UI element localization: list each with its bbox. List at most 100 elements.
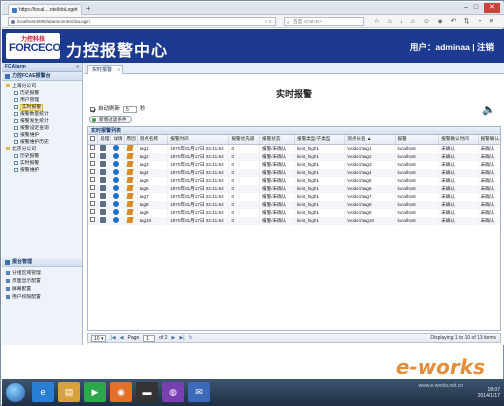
last-page-button[interactable]: ▶| (179, 334, 184, 343)
edit-icon[interactable] (126, 177, 134, 184)
page-size-select[interactable]: 10 ▾ (91, 334, 107, 342)
column-header[interactable] (88, 135, 99, 145)
browser-toolbar-icon[interactable]: ◈ (438, 17, 443, 26)
refresh-interval-input[interactable]: 5 (123, 105, 138, 113)
wrench-icon[interactable] (100, 161, 107, 168)
tree-leaf[interactable]: 报警维护历史 (4, 139, 82, 146)
maximize-button[interactable]: □ (474, 3, 478, 13)
row-checkbox[interactable] (90, 208, 95, 214)
taskbar-app-button[interactable]: ▤ (58, 382, 80, 402)
column-header[interactable]: 报警优先级 (228, 135, 261, 145)
column-header[interactable]: 报警确认人员 (478, 135, 500, 145)
wrench-icon[interactable] (100, 209, 107, 216)
refresh-button[interactable]: ↻ (189, 334, 193, 343)
taskbar-app-button[interactable]: ◍ (162, 382, 184, 402)
taskbar-app-button[interactable]: ✉ (188, 382, 210, 402)
table-row[interactable]: tag10 1970年01月17日 22:41:54 0 报警/未确认 limit_hi… (88, 216, 500, 225)
row-checkbox[interactable] (90, 192, 95, 198)
detail-icon[interactable] (113, 185, 120, 192)
tree-leaf[interactable]: 报警数量统计 (4, 111, 82, 118)
edit-icon[interactable] (126, 217, 134, 224)
wrench-icon[interactable] (100, 217, 107, 224)
column-header[interactable]: 原因 (124, 135, 138, 145)
browser-toolbar-icon[interactable]: ☺ (423, 17, 430, 26)
speaker-icon[interactable]: 🔈 (482, 103, 496, 116)
admin-menu-item[interactable]: 用户权限配置 (6, 294, 82, 302)
tab-realtime-alarm[interactable]: 实时报警 x (87, 65, 124, 74)
browser-toolbar-icon[interactable]: ☆ (374, 17, 380, 26)
column-header[interactable]: 报警确认时间 (438, 135, 479, 145)
table-row[interactable]: tag2 1970年01月17日 22:41:54 0 报警/未确认 limit_hig… (88, 152, 500, 161)
detail-icon[interactable] (113, 169, 120, 176)
table-row[interactable]: tag6 1970年01月17日 22:41:54 0 报警/未确认 limit_hig… (88, 184, 500, 193)
browser-toolbar-icon[interactable]: ◔ (478, 17, 482, 26)
start-button[interactable] (6, 383, 25, 402)
add-filter-button[interactable]: 新增过滤条件 (89, 116, 132, 123)
edit-icon[interactable] (126, 201, 134, 208)
tree-leaf[interactable]: 实时报警 (4, 160, 82, 167)
tree-folder[interactable]: 上海分公司 (4, 83, 82, 90)
detail-icon[interactable] (113, 209, 120, 216)
table-row[interactable]: tag7 1970年01月17日 22:41:54 0 报警/未确认 limit_hig… (88, 192, 500, 201)
detail-icon[interactable] (113, 177, 120, 184)
auto-refresh-checkbox[interactable] (90, 106, 95, 112)
close-window-button[interactable]: ✕ (484, 3, 500, 13)
table-row[interactable]: tag9 1970年01月17日 22:41:54 0 报警/未确认 limit_hig… (88, 208, 500, 217)
table-row[interactable]: tag4 1970年01月17日 22:41:54 0 报警/未确认 limit_hig… (88, 168, 500, 177)
detail-icon[interactable] (113, 193, 120, 200)
column-header[interactable]: 报警 (395, 135, 440, 145)
browser-toolbar-icon[interactable]: ↓ (400, 17, 403, 26)
row-checkbox[interactable] (90, 168, 95, 174)
url-bar[interactable]: localhost:8080/alarmcenter/doLogin ▿ C (8, 17, 276, 26)
detail-icon[interactable] (113, 217, 120, 224)
column-header[interactable]: 测点名称 (137, 135, 169, 145)
admin-menu-item[interactable]: 屏幕配置 (6, 286, 82, 294)
column-header[interactable]: 处理 (97, 135, 112, 145)
column-header[interactable]: 测点长名 ▲ (344, 135, 396, 145)
column-header[interactable]: 报警类型/子类型 (294, 135, 346, 145)
browser-tab[interactable]: https://local....ntel/doLogin × (8, 4, 82, 15)
sidebar-section-admin[interactable]: 报台管理 (2, 258, 82, 267)
tree-leaf[interactable]: 实时报警 (4, 104, 82, 111)
tree-leaf[interactable]: 历史报警 (4, 153, 82, 160)
row-checkbox[interactable] (90, 176, 95, 182)
tree-folder[interactable]: 北京分公司 (4, 146, 82, 153)
wrench-icon[interactable] (100, 169, 107, 176)
logout-link[interactable]: 注销 (477, 42, 494, 52)
edit-icon[interactable] (126, 193, 134, 200)
search-input[interactable]: ⌕ 百度 <Ctrl+K> (284, 17, 364, 26)
browser-toolbar-icon[interactable]: ≡ (489, 17, 493, 26)
edit-icon[interactable] (126, 169, 134, 176)
first-page-button[interactable]: |◀ (110, 334, 115, 343)
new-tab-button[interactable]: + (86, 4, 91, 14)
tab-close-icon[interactable]: × (74, 5, 78, 15)
browser-toolbar-icon[interactable]: ⇅ (464, 17, 469, 26)
row-checkbox[interactable] (90, 200, 95, 206)
tree-leaf[interactable]: 历史报警 (4, 90, 82, 97)
wrench-icon[interactable] (100, 177, 107, 184)
tree-leaf[interactable]: 报警发生统计 (4, 118, 82, 125)
column-header[interactable]: 报警状态 (259, 135, 295, 145)
wrench-icon[interactable] (100, 201, 107, 208)
taskbar-app-button[interactable]: e (32, 382, 54, 402)
edit-icon[interactable] (126, 209, 134, 216)
wrench-icon[interactable] (100, 185, 107, 192)
tree-leaf[interactable]: 报警维护 (4, 132, 82, 139)
prev-page-button[interactable]: ◀ (120, 334, 124, 343)
wrench-icon[interactable] (100, 193, 107, 200)
tree-leaf[interactable]: 用户管理 (4, 97, 82, 104)
detail-icon[interactable] (113, 201, 120, 208)
detail-icon[interactable] (113, 161, 120, 168)
minimize-button[interactable]: – (464, 3, 468, 13)
browser-toolbar-icon[interactable]: ↶ (451, 17, 456, 26)
edit-icon[interactable] (126, 161, 134, 168)
wrench-icon[interactable] (100, 153, 107, 160)
table-row[interactable]: tag8 1970年01月17日 22:41:54 0 报警/未确认 limit_hig… (88, 200, 500, 209)
edit-icon[interactable] (126, 153, 134, 160)
table-row[interactable]: tag3 1970年01月17日 22:41:54 0 报警/未确认 limit_hig… (88, 160, 500, 169)
taskbar-app-button[interactable]: ▶ (84, 382, 106, 402)
detail-icon[interactable] (113, 153, 120, 160)
next-page-button[interactable]: ▶ (172, 334, 176, 343)
row-checkbox[interactable] (90, 216, 95, 222)
row-checkbox[interactable] (90, 184, 95, 190)
